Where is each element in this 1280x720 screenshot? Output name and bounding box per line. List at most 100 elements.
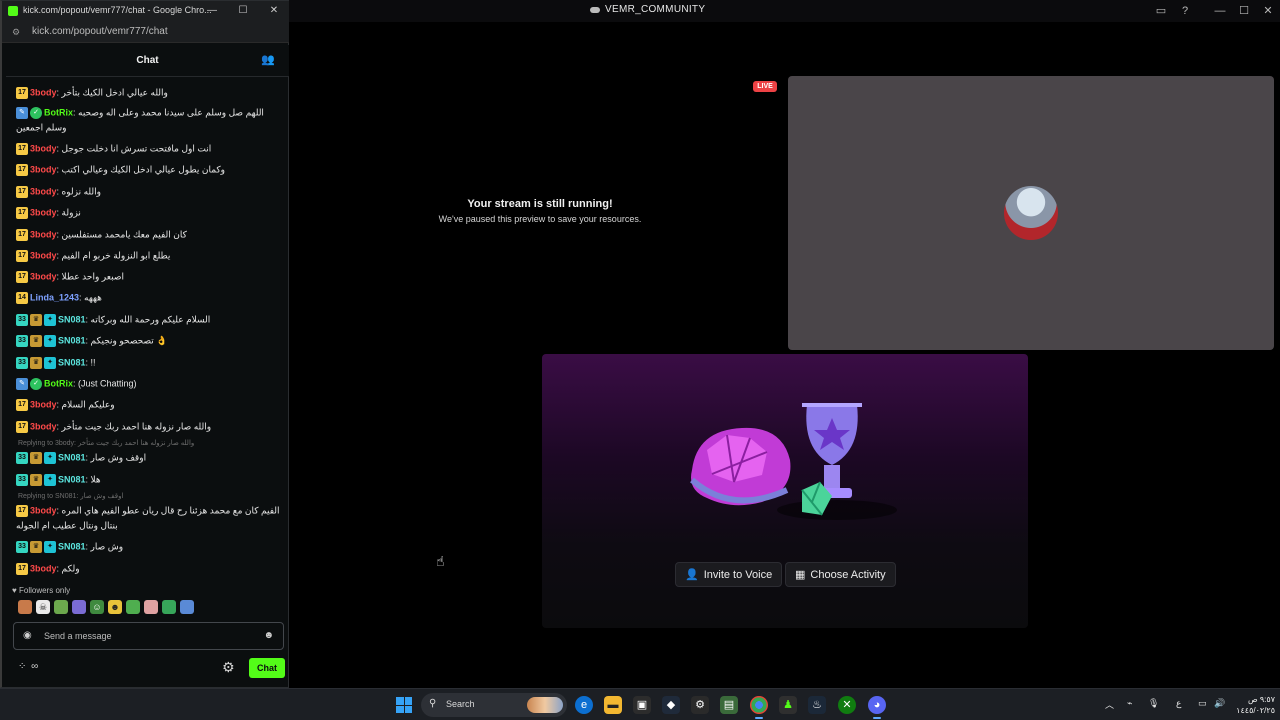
sub-gift-badge-icon[interactable]: ✦ [44, 540, 56, 553]
chat-username[interactable]: 3body [30, 251, 57, 261]
emote-icon[interactable] [144, 600, 158, 614]
chat-message[interactable]: 33 ♛ ✦ SN081: !! [16, 355, 284, 370]
subscriber-badge-icon[interactable]: 17 [16, 142, 28, 155]
settings-app-icon[interactable]: ⚙ [691, 696, 709, 714]
subscriber-badge-icon[interactable]: 33 [16, 313, 28, 326]
bot-badge-icon[interactable]: ✎ [16, 377, 28, 390]
chat-message[interactable]: 17 3body: انت اول مافتحت تسرش انا دخلت جو… [16, 141, 284, 156]
crown-badge-icon[interactable]: ♛ [30, 540, 42, 553]
kick-app-icon[interactable]: ♟ [779, 696, 797, 714]
chat-username[interactable]: 3body [30, 422, 57, 432]
emote-icon[interactable] [72, 600, 86, 614]
steam-icon[interactable]: ♨ [808, 696, 826, 714]
discord-icon[interactable]: ◕ [868, 696, 886, 719]
sub-gift-badge-icon[interactable]: ✦ [44, 334, 56, 347]
subscriber-badge-icon[interactable]: 17 [16, 163, 28, 176]
close-icon[interactable]: ✕ [266, 3, 282, 19]
chat-message[interactable]: 17 3body: والله عيالي ادخل الكيك بتأخر [16, 85, 284, 100]
app-icon[interactable]: ◆ [662, 696, 680, 714]
emote-icon[interactable]: ☻ [108, 600, 122, 614]
subscriber-badge-icon[interactable]: 14 [16, 291, 28, 304]
subscriber-badge-icon[interactable]: 17 [16, 249, 28, 262]
subscriber-badge-icon[interactable]: 17 [16, 420, 28, 433]
emote-icon[interactable]: ☠ [36, 600, 50, 614]
settings-gear-icon[interactable]: ⚙ [222, 659, 235, 676]
chat-username[interactable]: SN081 [58, 542, 86, 552]
display-icon[interactable]: ▭ [1198, 698, 1207, 709]
chat-username[interactable]: SN081 [58, 358, 86, 368]
chat-message[interactable]: 17 3body: اصبعر واحد عطلا [16, 269, 284, 284]
subscriber-badge-icon[interactable]: 33 [16, 356, 28, 369]
emote-icon[interactable] [162, 600, 176, 614]
chat-message[interactable]: 17 3body: وكمان يطول عيالي ادخل الكيك وعي… [16, 162, 284, 177]
subscriber-badge-icon[interactable]: 33 [16, 473, 28, 486]
sub-gift-badge-icon[interactable]: ✦ [44, 313, 56, 326]
screen-capture-icon[interactable]: ▤ [720, 696, 738, 714]
chat-message[interactable]: 17 3body: والله صار نزوله هنا احمد ربك جي… [16, 419, 284, 434]
minimize-icon[interactable]: — [1212, 3, 1228, 19]
chat-message[interactable]: 17 3body: ولكم [16, 561, 284, 576]
subscriber-badge-icon[interactable]: 17 [16, 206, 28, 219]
chat-users-icon[interactable]: 👥 [261, 53, 275, 67]
chat-message[interactable]: 17 3body: كان الفيم معك يامحمد مستفلسين [16, 227, 284, 242]
crown-badge-icon[interactable]: ♛ [30, 451, 42, 464]
chat-username[interactable]: SN081 [58, 453, 86, 463]
xbox-icon[interactable]: ✕ [838, 696, 856, 714]
microphone-icon[interactable]: 🎙 [1148, 698, 1159, 709]
subscriber-badge-icon[interactable]: 33 [16, 334, 28, 347]
inbox-icon[interactable]: ▭ [1153, 3, 1169, 19]
site-info-icon[interactable]: ⚙ [12, 27, 20, 38]
chat-username[interactable]: 3body [30, 88, 57, 98]
chat-username[interactable]: Linda_1243 [30, 293, 79, 303]
edge-icon[interactable]: e [575, 696, 593, 714]
chat-message[interactable]: 33 ♛ ✦ SN081: هلا [16, 472, 284, 487]
chrome-icon[interactable] [750, 696, 768, 719]
address-bar[interactable]: ⚙ kick.com/popout/vemr777/chat [2, 21, 289, 43]
subscriber-badge-icon[interactable]: 33 [16, 540, 28, 553]
taskbar-search[interactable]: ⚲ Search [421, 693, 567, 717]
points-indicator[interactable]: ⁘ ∞ [18, 661, 39, 672]
chat-send-button[interactable]: Chat [249, 658, 285, 678]
chat-mode-icon[interactable]: ◉ [23, 630, 32, 641]
store-icon[interactable]: ▣ [633, 696, 651, 714]
sub-gift-badge-icon[interactable]: ✦ [44, 473, 56, 486]
chat-message[interactable]: ✎ ✓ BotRix: اللهم صل وسلم على سيدنا محمد و… [16, 105, 284, 134]
chat-username[interactable]: 3body [30, 165, 57, 175]
emote-icon[interactable]: ☺ [90, 600, 104, 614]
minimize-icon[interactable]: — [204, 3, 220, 19]
chat-message[interactable]: ✎ ✓ BotRix: (Just Chatting) [16, 376, 284, 391]
verified-badge-icon[interactable]: ✓ [30, 106, 42, 119]
chat-username[interactable]: SN081 [58, 315, 86, 325]
subscriber-badge-icon[interactable]: 17 [16, 228, 28, 241]
chat-username[interactable]: BotRix [44, 108, 73, 118]
video-tile[interactable] [788, 76, 1274, 350]
windows-start-icon[interactable] [396, 697, 412, 713]
crown-badge-icon[interactable]: ♛ [30, 473, 42, 486]
subscriber-badge-icon[interactable]: 17 [16, 398, 28, 411]
chat-message[interactable]: 17 3body: نزولة [16, 205, 284, 220]
maximize-icon[interactable]: ☐ [235, 3, 251, 19]
chat-username[interactable]: BotRix [44, 379, 73, 389]
crown-badge-icon[interactable]: ♛ [30, 356, 42, 369]
sub-gift-badge-icon[interactable]: ✦ [44, 451, 56, 464]
verified-badge-icon[interactable]: ✓ [30, 377, 42, 390]
chat-username[interactable]: 3body [30, 230, 57, 240]
close-icon[interactable]: ✕ [1260, 3, 1276, 19]
subscriber-badge-icon[interactable]: 17 [16, 504, 28, 517]
emote-icon[interactable] [126, 600, 140, 614]
message-input[interactable] [44, 629, 254, 643]
chat-username[interactable]: 3body [30, 400, 57, 410]
network-icon[interactable]: ⌁ [1127, 698, 1132, 709]
chat-username[interactable]: SN081 [58, 475, 86, 485]
chat-message[interactable]: 33 ♛ ✦ SN081: تصحصحو ونجيكم 👌 [16, 333, 284, 348]
chat-message[interactable]: 33 ♛ ✦ SN081: وش صار [16, 539, 284, 554]
invite-to-voice-button[interactable]: 👤 Invite to Voice [675, 562, 783, 587]
emote-icon[interactable] [18, 600, 32, 614]
bot-badge-icon[interactable]: ✎ [16, 106, 28, 119]
subscriber-badge-icon[interactable]: 33 [16, 451, 28, 464]
chevron-up-icon[interactable]: ︿ [1105, 698, 1114, 711]
emoji-icon[interactable]: ☻ [263, 630, 274, 641]
help-icon[interactable]: ? [1177, 3, 1193, 19]
chat-username[interactable]: SN081 [58, 336, 86, 346]
chat-username[interactable]: 3body [30, 144, 57, 154]
